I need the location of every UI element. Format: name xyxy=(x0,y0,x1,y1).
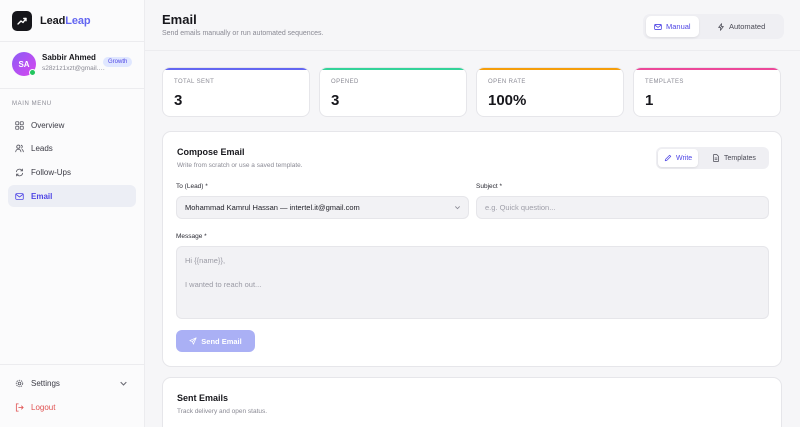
stat-label: TEMPLATES xyxy=(645,79,684,85)
brand-name-part2: Leap xyxy=(65,15,91,27)
document-icon xyxy=(713,154,719,162)
menu-heading: MAIN MENU xyxy=(12,101,52,107)
lead-select-value: Mohammad Kamrul Hassan — intertel.it@gma… xyxy=(185,203,360,212)
pencil-icon xyxy=(664,154,672,162)
stat-card-templates: TEMPLATES 1 xyxy=(633,67,781,117)
manual-mode-button[interactable]: Manual xyxy=(646,16,699,37)
automated-mode-label: Automated xyxy=(729,22,766,31)
chevron-down-icon xyxy=(120,381,127,386)
write-templates-toggle: Write Templates xyxy=(656,147,769,169)
stat-label: OPEN RATE xyxy=(488,79,526,85)
message-textarea[interactable]: Hi {{name}}, I wanted to reach out... xyxy=(176,246,769,319)
page-subtitle: Send emails manually or run automated se… xyxy=(162,30,324,37)
logout-icon xyxy=(15,402,24,412)
header-divider xyxy=(145,50,800,51)
compose-card: Compose Email Write from scratch or use … xyxy=(162,131,782,367)
sidebar: LeadLeap SA Sabbir Ahmed s28z1z1xzt@gmai… xyxy=(0,0,145,427)
sidebar-item-label: Follow-Ups xyxy=(31,167,72,177)
user-email: s28z1z1xzt@gmail.com xyxy=(42,65,108,72)
user-profile[interactable]: SA Sabbir Ahmed s28z1z1xzt@gmail.com Gro… xyxy=(12,52,137,78)
grid-icon xyxy=(15,120,24,130)
chevron-down-icon xyxy=(455,206,460,210)
sidebar-item-email[interactable]: Email xyxy=(8,185,136,207)
plan-badge: Growth xyxy=(103,57,133,67)
message-placeholder-line: Hi {{name}}, xyxy=(185,256,226,265)
send-icon xyxy=(189,337,197,345)
subject-placeholder: e.g. Quick question... xyxy=(485,203,556,212)
send-email-button[interactable]: Send Email xyxy=(176,330,255,352)
subject-label: Subject * xyxy=(476,183,503,190)
mode-toggle: Manual Automated xyxy=(643,14,784,39)
sidebar-divider xyxy=(0,41,145,42)
subject-input[interactable]: e.g. Quick question... xyxy=(476,196,769,219)
sidebar-item-follow-ups[interactable]: Follow-Ups xyxy=(8,161,136,183)
trend-up-icon xyxy=(12,11,32,31)
stat-card-opened: OPENED 3 xyxy=(319,67,467,117)
sidebar-item-label: Email xyxy=(31,191,53,201)
sidebar-item-overview[interactable]: Overview xyxy=(8,114,136,136)
logout-button[interactable]: Logout xyxy=(8,396,136,418)
stat-accent-bar xyxy=(163,68,309,70)
stat-accent-bar xyxy=(634,68,780,70)
sidebar-item-label: Settings xyxy=(31,378,60,388)
stat-card-open-rate: OPEN RATE 100% xyxy=(476,67,624,117)
tab-templates[interactable]: Templates xyxy=(706,149,762,167)
mail-icon xyxy=(654,23,662,30)
lead-select[interactable]: Mohammad Kamrul Hassan — intertel.it@gma… xyxy=(176,196,469,219)
sent-emails-card: Sent Emails Track delivery and open stat… xyxy=(162,377,782,427)
brand[interactable]: LeadLeap xyxy=(12,11,91,31)
stat-accent-bar xyxy=(320,68,466,70)
compose-title: Compose Email xyxy=(177,147,245,157)
sent-emails-title: Sent Emails xyxy=(177,393,229,403)
brand-name: LeadLeap xyxy=(40,15,91,27)
mail-icon xyxy=(15,192,24,200)
sidebar-divider xyxy=(0,88,145,89)
tab-write-label: Write xyxy=(676,154,693,162)
sidebar-item-leads[interactable]: Leads xyxy=(8,137,136,159)
stat-value: 3 xyxy=(331,92,340,109)
compose-subtitle: Write from scratch or use a saved templa… xyxy=(177,162,303,169)
stat-value: 1 xyxy=(645,92,654,109)
send-email-label: Send Email xyxy=(201,336,242,346)
stat-value: 3 xyxy=(174,92,183,109)
gear-icon xyxy=(15,379,24,387)
users-icon xyxy=(15,144,24,152)
sidebar-divider xyxy=(0,364,145,365)
manual-mode-label: Manual xyxy=(666,22,691,31)
message-placeholder-line: I wanted to reach out... xyxy=(185,280,262,289)
stat-label: OPENED xyxy=(331,79,359,85)
stat-card-total-sent: TOTAL SENT 3 xyxy=(162,67,310,117)
stat-accent-bar xyxy=(477,68,623,70)
sent-emails-subtitle: Track delivery and open status. xyxy=(177,408,268,415)
to-lead-label: To (Lead) * xyxy=(176,183,208,190)
brand-name-part1: Lead xyxy=(40,15,66,27)
automated-mode-button[interactable]: Automated xyxy=(709,16,773,37)
refresh-icon xyxy=(15,168,24,176)
sidebar-item-settings[interactable]: Settings xyxy=(8,372,136,394)
page-title: Email xyxy=(162,12,197,27)
stat-label: TOTAL SENT xyxy=(174,79,215,85)
stat-value: 100% xyxy=(488,92,527,109)
sidebar-item-label: Leads xyxy=(31,143,53,153)
message-label: Message * xyxy=(176,233,207,240)
online-status-dot xyxy=(29,69,36,76)
tab-write[interactable]: Write xyxy=(658,149,699,167)
user-name: Sabbir Ahmed xyxy=(42,53,96,62)
tab-templates-label: Templates xyxy=(724,154,756,162)
logout-label: Logout xyxy=(31,402,56,412)
sidebar-item-label: Overview xyxy=(31,120,65,130)
zap-icon xyxy=(718,22,724,31)
